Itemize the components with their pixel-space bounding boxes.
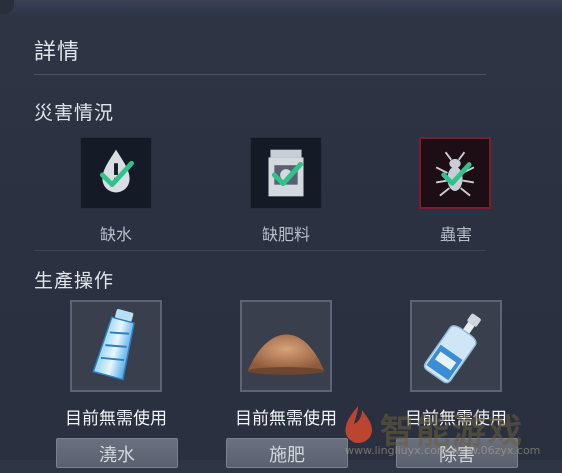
fertilizer-shortage-label: 缺肥料 <box>261 225 310 244</box>
fertilizer-soil-pile-icon <box>247 334 325 375</box>
fertilizer-status: 目前無需使用 <box>235 409 337 429</box>
frame-notch <box>0 0 14 14</box>
title-divider <box>34 74 486 75</box>
section-divider <box>34 250 486 251</box>
water-shortage-card[interactable] <box>80 137 152 209</box>
water-drop-warning-icon <box>99 149 134 193</box>
watermark-url: www.lingliuyx.com www.06zyx.com <box>345 444 541 457</box>
insect-pest-icon <box>435 151 475 197</box>
water-button[interactable]: 澆水 <box>56 438 178 468</box>
fertilizer-bag-icon <box>268 149 304 197</box>
pest-label: 蟲害 <box>439 225 472 244</box>
watermark-flame-icon <box>345 406 372 443</box>
disaster-section-title: 災害情況 <box>34 102 115 124</box>
pest-card[interactable] <box>419 137 491 209</box>
top-frame <box>0 0 562 14</box>
water-bottle-icon <box>92 309 135 381</box>
fertilizer-shortage-card[interactable] <box>250 137 322 209</box>
pesticide-bottle-icon <box>423 313 481 384</box>
production-section-title: 生產操作 <box>34 270 115 292</box>
water-status: 目前無需使用 <box>65 409 167 429</box>
pesticide-item-slot[interactable] <box>410 300 502 392</box>
fertilizer-item-slot[interactable] <box>240 300 332 392</box>
fertilize-button[interactable]: 施肥 <box>226 438 348 468</box>
panel-title: 詳情 <box>34 40 81 65</box>
water-item-slot[interactable] <box>70 300 162 392</box>
water-shortage-label: 缺水 <box>99 225 132 244</box>
